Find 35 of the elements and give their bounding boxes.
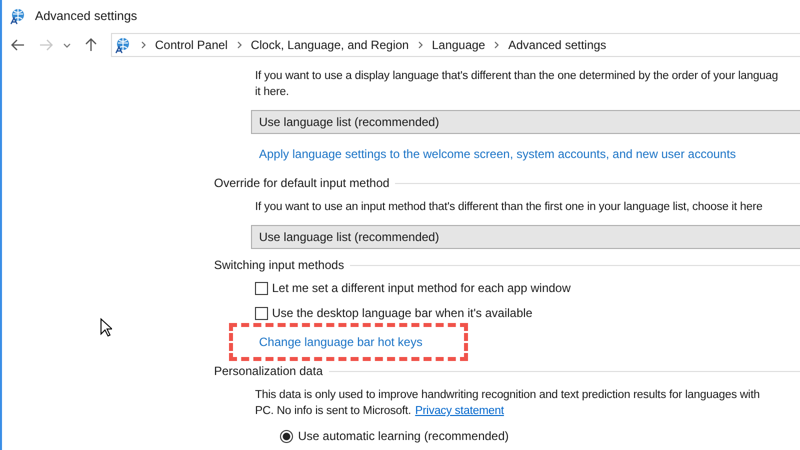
back-arrow-icon[interactable]	[11, 39, 25, 51]
chevron-right-icon	[236, 41, 242, 49]
description-text: it here.	[255, 86, 289, 98]
chevron-right-icon	[494, 41, 500, 49]
checkbox[interactable]	[255, 282, 268, 294]
description-text: This data is only used to improve handwriting recognition and text prediction results for languages with	[255, 389, 760, 401]
breadcrumb-item[interactable]: Language	[432, 38, 486, 52]
section-heading: Switching input methods	[214, 258, 344, 272]
settings-link[interactable]: Change language bar hot keys	[259, 335, 422, 349]
section-heading: Personalization data	[214, 364, 323, 378]
checkbox-label[interactable]: Let me set a different input method for each app window	[272, 281, 571, 295]
description-text: PC. No info is sent to Microsoft.	[255, 405, 412, 417]
chevron-right-icon	[418, 41, 423, 49]
chevron-down-icon[interactable]	[63, 42, 71, 48]
checkbox[interactable]	[255, 306, 268, 320]
language-dropdown[interactable]: Use language list (recommended)	[251, 110, 800, 134]
window-title: Advanced settings	[35, 9, 138, 23]
breadcrumb-item[interactable]: Advanced settings	[508, 38, 606, 52]
radio-button[interactable]	[280, 430, 293, 442]
radio-label[interactable]: Use automatic learning (recommended)	[298, 429, 509, 443]
settings-link[interactable]: Apply language settings to the welcome screen, system accounts, and new user accounts	[259, 147, 736, 161]
section-heading: Override for default input method	[214, 176, 390, 190]
breadcrumb-item[interactable]: Clock, Language, and Region	[250, 38, 409, 52]
description-text: If you want to use an input method that's different than the first one in your language list, choose it here	[255, 201, 762, 213]
language-dropdown[interactable]: Use language list (recommended)	[251, 225, 800, 249]
breadcrumb-item[interactable]: Control Panel	[155, 38, 228, 52]
description-text: If you want to use a display language that's different than the one determined by the order of your languag	[255, 70, 778, 82]
address-bar[interactable]: Control Panel Clock, Language, and Region Language Advanced settings	[111, 33, 800, 57]
privacy-link[interactable]: Privacy statement	[415, 405, 504, 417]
up-arrow-icon[interactable]	[85, 38, 97, 52]
language-globe-icon	[114, 36, 132, 54]
language-globe-icon	[9, 7, 27, 25]
chevron-right-icon	[141, 41, 146, 49]
mouse-cursor-icon	[100, 318, 112, 337]
checkbox-label[interactable]: Use the desktop language bar when it's available	[272, 306, 532, 320]
